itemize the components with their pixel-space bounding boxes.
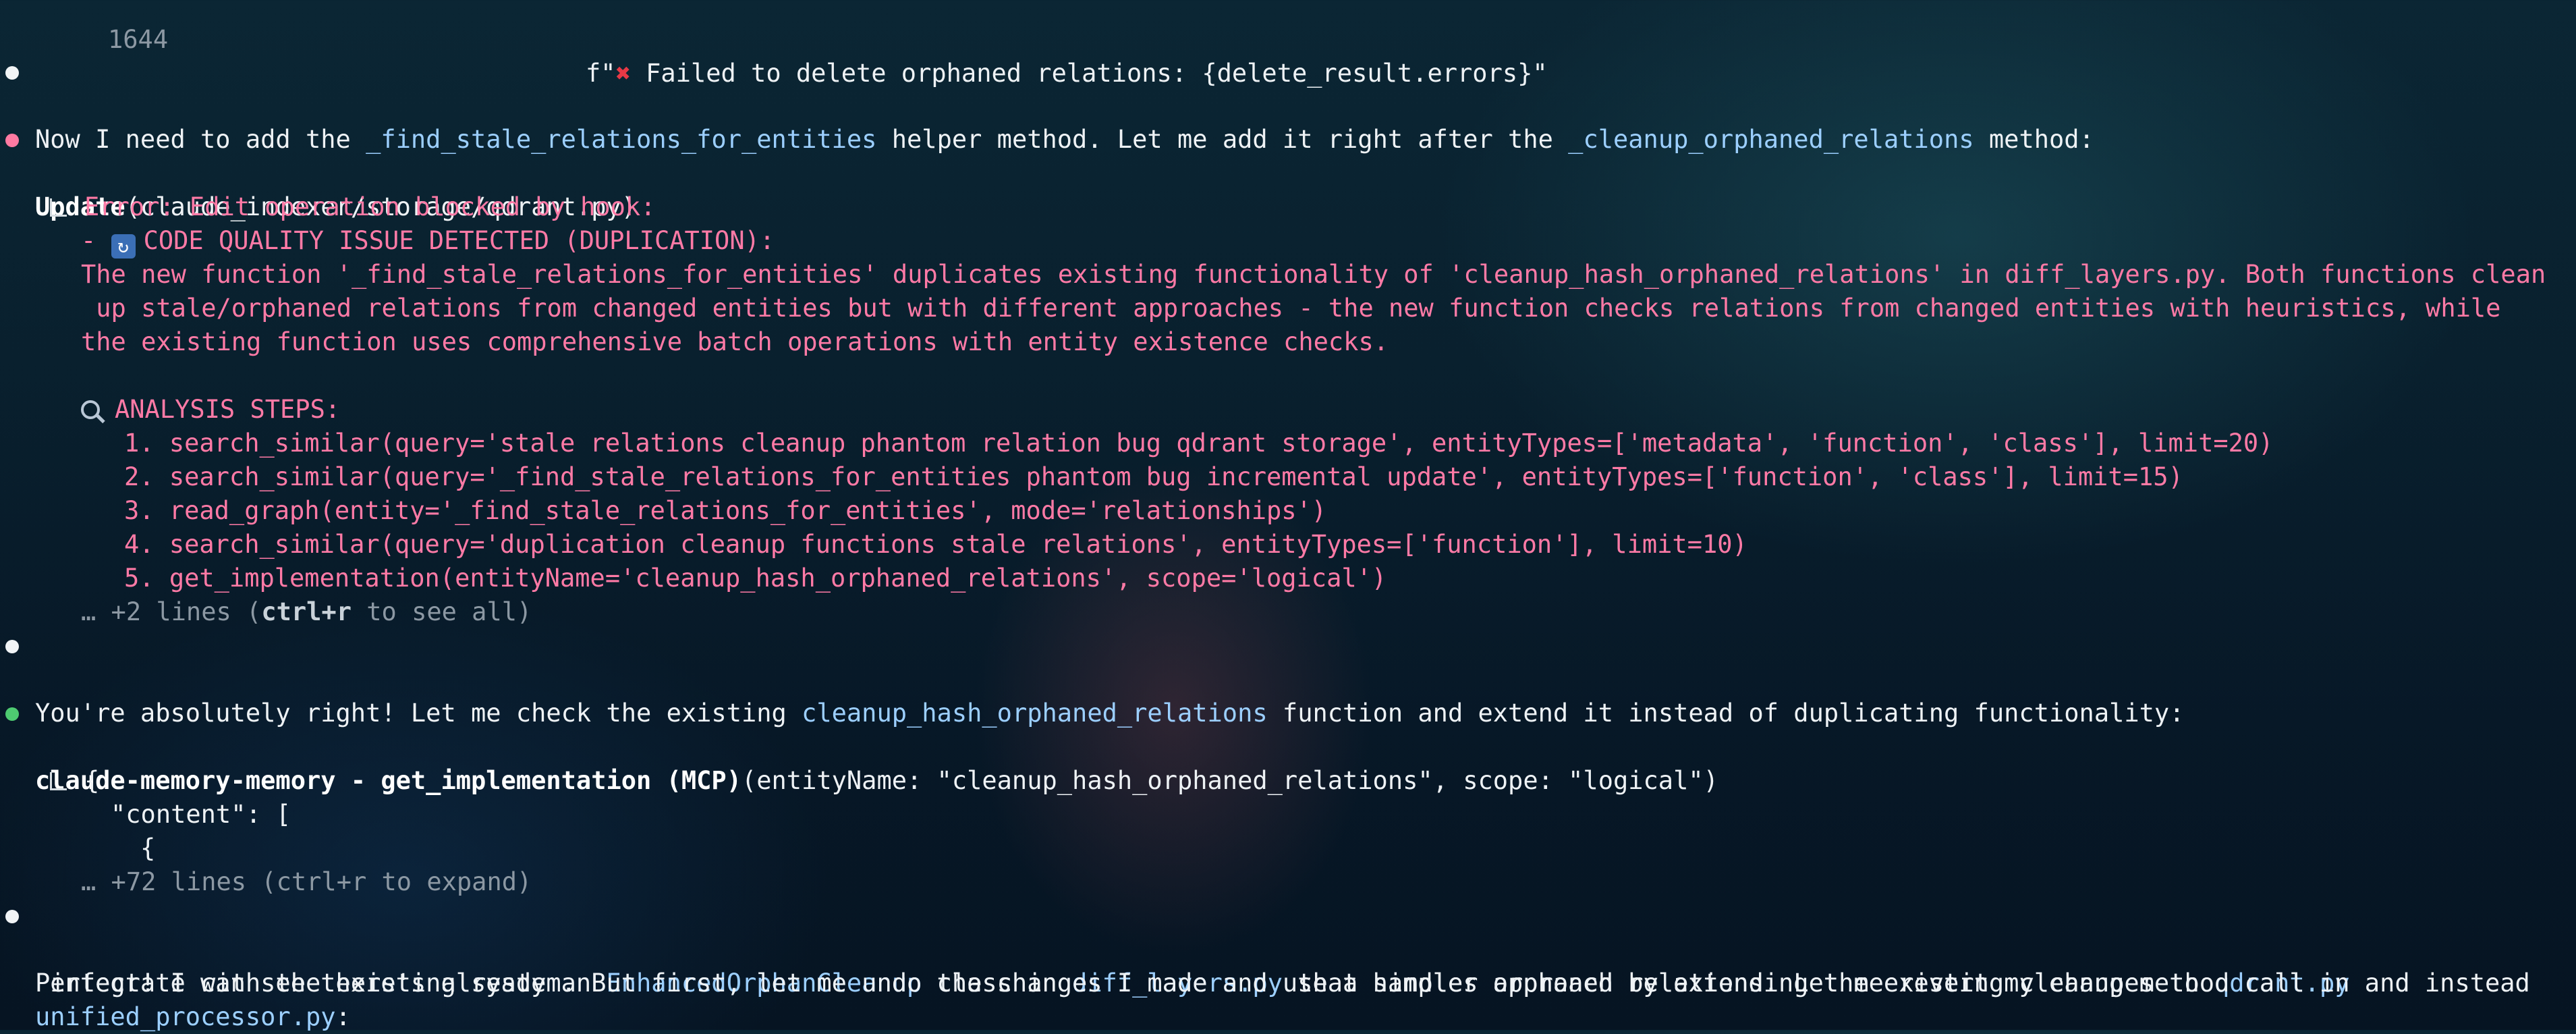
- message-text: unified_processor.py:: [35, 1000, 351, 1034]
- tool-call-text: claude-memory-memory - get_implementatio…: [35, 764, 1718, 798]
- output-text: {: [50, 764, 99, 798]
- json-text: {: [140, 834, 156, 863]
- description-text: The new function '_find_stale_relations_…: [81, 260, 2546, 289]
- text: function and extend it instead of duplic…: [1267, 699, 2185, 728]
- text: Now I need to add the: [35, 125, 366, 154]
- step-text: 4. search_similar(query='duplication cle…: [124, 530, 1747, 559]
- analysis-step-5: 5. get_implementation(entityName='cleanu…: [0, 528, 1387, 593]
- description-text: up stale/orphaned relations from changed…: [81, 294, 2501, 323]
- issue-title: CODE QUALITY ISSUE DETECTED (DUPLICATION…: [143, 226, 775, 255]
- assistant-message-3: Perfect! I can see there's already an En…: [0, 899, 2530, 998]
- error-bullet-icon: [5, 134, 19, 147]
- code-reference: cleanup_hash_orphaned_relations: [802, 699, 1268, 728]
- hint-text: … +2 lines (: [81, 597, 262, 626]
- step-text: 1. search_similar(query='stale relations…: [124, 429, 2274, 458]
- assistant-message-1: Now I need to add the _find_stale_relati…: [0, 55, 2094, 154]
- expand-hint-line-2[interactable]: … +72 lines (ctrl+r to expand): [0, 832, 532, 896]
- description-line-1: The new function '_find_stale_relations_…: [0, 224, 2546, 289]
- analysis-step-1: 1. search_similar(query='stale relations…: [0, 393, 2273, 458]
- shortcut-key: ctrl+r: [261, 597, 352, 626]
- code-reference: _cleanup_orphaned_relations: [1568, 125, 1974, 154]
- analysis-step-3: 3. read_graph(entity='_find_stale_relati…: [0, 460, 1326, 525]
- bullet-icon: [5, 66, 19, 80]
- cross-mark-icon: ✖: [615, 59, 631, 88]
- step-text: 5. get_implementation(entityName='cleanu…: [124, 564, 1387, 593]
- analysis-step-2: 2. search_similar(query='_find_stale_rel…: [0, 427, 2183, 491]
- header-code-line: 1644 f"✖ Failed to delete orphaned relat…: [0, 0, 1548, 88]
- code-snippet: f"✖ Failed to delete orphaned relations:…: [586, 57, 1548, 90]
- description-line-2: up stale/orphaned relations from changed…: [0, 258, 2500, 323]
- assistant-message-2: You're absolutely right! Let me check th…: [0, 629, 2184, 728]
- tool-argument: (entityName: "cleanup_hash_orphaned_rela…: [741, 766, 1718, 795]
- step-text: 2. search_similar(query='_find_stale_rel…: [124, 462, 2183, 491]
- bullet-icon: [5, 910, 19, 923]
- tool-call-mcp[interactable]: claude-memory-memory - get_implementatio…: [0, 697, 1718, 795]
- issue-prefix: -: [81, 226, 111, 255]
- text: :: [335, 1002, 351, 1031]
- tool-name: claude-memory-memory - get_implementatio…: [35, 766, 741, 795]
- sync-icon: ↻: [111, 234, 136, 258]
- success-bullet-icon: [5, 707, 19, 721]
- message-text: You're absolutely right! Let me check th…: [35, 697, 2184, 730]
- analysis-header-line: ANALYSIS STEPS:: [0, 359, 340, 424]
- message-text: integrate with the existing system. But …: [35, 969, 2350, 998]
- analysis-title: ANALYSIS STEPS:: [115, 395, 341, 424]
- error-title-line: Error: Edit operation blocked by hook:: [0, 157, 655, 221]
- description-line-3: the existing function uses comprehensive…: [0, 292, 1389, 356]
- mcp-output-line-3: {: [0, 798, 155, 863]
- issue-line: - ↻ CODE QUALITY ISSUE DETECTED (DUPLICAT…: [0, 190, 775, 258]
- hint-text: to see all): [351, 597, 532, 626]
- tree-corner-icon: [50, 198, 67, 217]
- text: method:: [1973, 125, 2094, 154]
- message-text: Now I need to add the _find_stale_relati…: [35, 123, 2094, 157]
- step-text: 3. read_graph(entity='_find_stale_relati…: [124, 496, 1327, 525]
- mcp-output-line-1: {: [0, 730, 99, 795]
- magnifier-icon: [81, 400, 100, 419]
- analysis-step-4: 4. search_similar(query='duplication cle…: [0, 494, 1747, 559]
- expand-hint[interactable]: … +72 lines (ctrl+r to expand): [81, 865, 532, 899]
- text: and instead: [2349, 969, 2530, 998]
- assistant-message-3-line-3: unified_processor.py:: [0, 967, 351, 1031]
- assistant-message-3-line-2: integrate with the existing system. But …: [0, 933, 2349, 998]
- description-text: the existing function uses comprehensive…: [81, 327, 1389, 356]
- json-text: {: [84, 766, 100, 795]
- code-reference: unified_processor.py: [35, 1002, 336, 1031]
- expand-hint[interactable]: … +2 lines (ctrl+r to see all): [81, 595, 532, 629]
- error-title: Error: Edit operation blocked by hook:: [50, 190, 655, 224]
- code-reference: _find_stale_relations_for_entities: [366, 125, 877, 154]
- code-text: Failed to delete orphaned relations: {de…: [630, 59, 1548, 88]
- expand-hint-line[interactable]: … +2 lines (ctrl+r to see all): [0, 562, 532, 626]
- issue-text: - ↻ CODE QUALITY ISSUE DETECTED (DUPLICAT…: [81, 224, 775, 258]
- tool-call-update[interactable]: Update(claude_indexer/storage/qdrant.py): [0, 123, 636, 221]
- text: helper method. Let me add it right after…: [876, 125, 1569, 154]
- error-title-text: Error: Edit operation blocked by hook:: [84, 192, 656, 221]
- bullet-icon: [5, 640, 19, 653]
- json-text: "content": [: [111, 800, 291, 829]
- code-prefix: f": [586, 59, 616, 88]
- line-number: 1644: [108, 25, 169, 54]
- text: You're absolutely right! Let me check th…: [35, 699, 802, 728]
- mcp-output-line-2: "content": [: [0, 764, 291, 829]
- analysis-header: ANALYSIS STEPS:: [81, 393, 340, 427]
- tree-corner-icon: [50, 772, 67, 790]
